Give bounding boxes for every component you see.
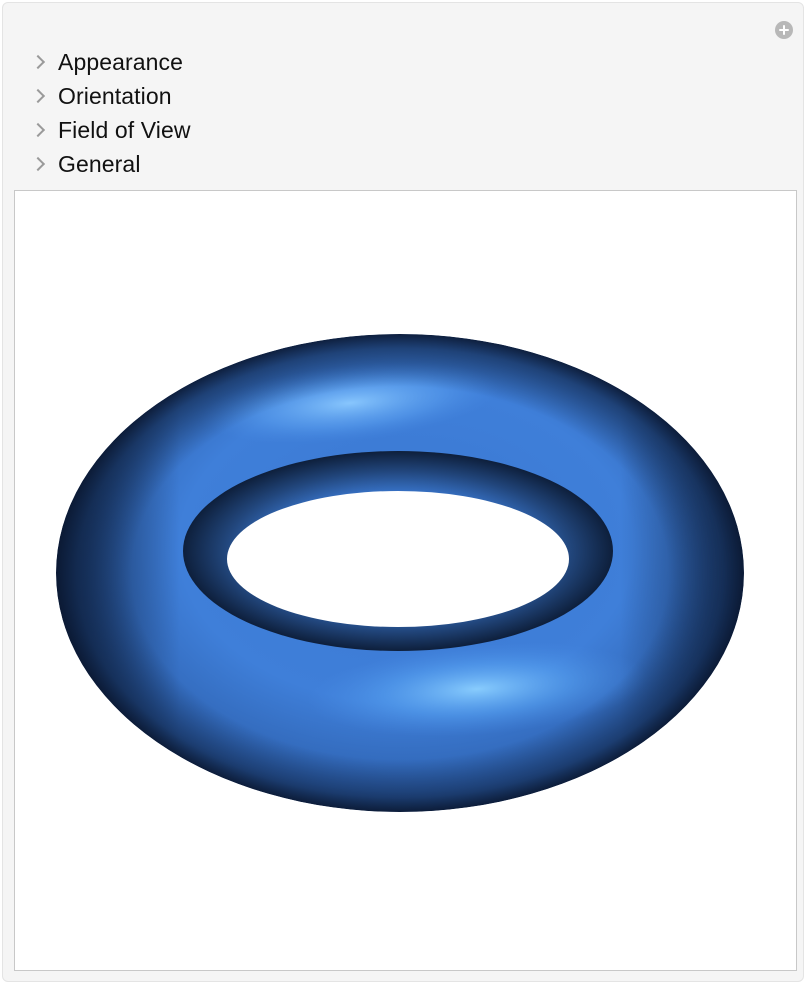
chevron-right-icon [30,156,46,172]
section-general[interactable]: General [3,147,803,181]
section-appearance[interactable]: Appearance [3,45,803,79]
manipulator-panel: Appearance Orientation Field of View Gen… [2,2,804,982]
3d-viewport[interactable] [14,190,797,971]
chevron-right-icon [30,54,46,70]
section-label: Orientation [58,82,172,109]
torus-render [56,334,744,812]
section-orientation[interactable]: Orientation [3,79,803,113]
plus-circle-icon[interactable] [775,21,793,39]
section-label: Appearance [58,48,184,75]
chevron-right-icon [30,122,46,138]
section-list: Appearance Orientation Field of View Gen… [3,45,803,181]
section-field-of-view[interactable]: Field of View [3,113,803,147]
chevron-right-icon [30,88,46,104]
section-label: General [58,150,141,177]
section-label: Field of View [58,116,191,143]
